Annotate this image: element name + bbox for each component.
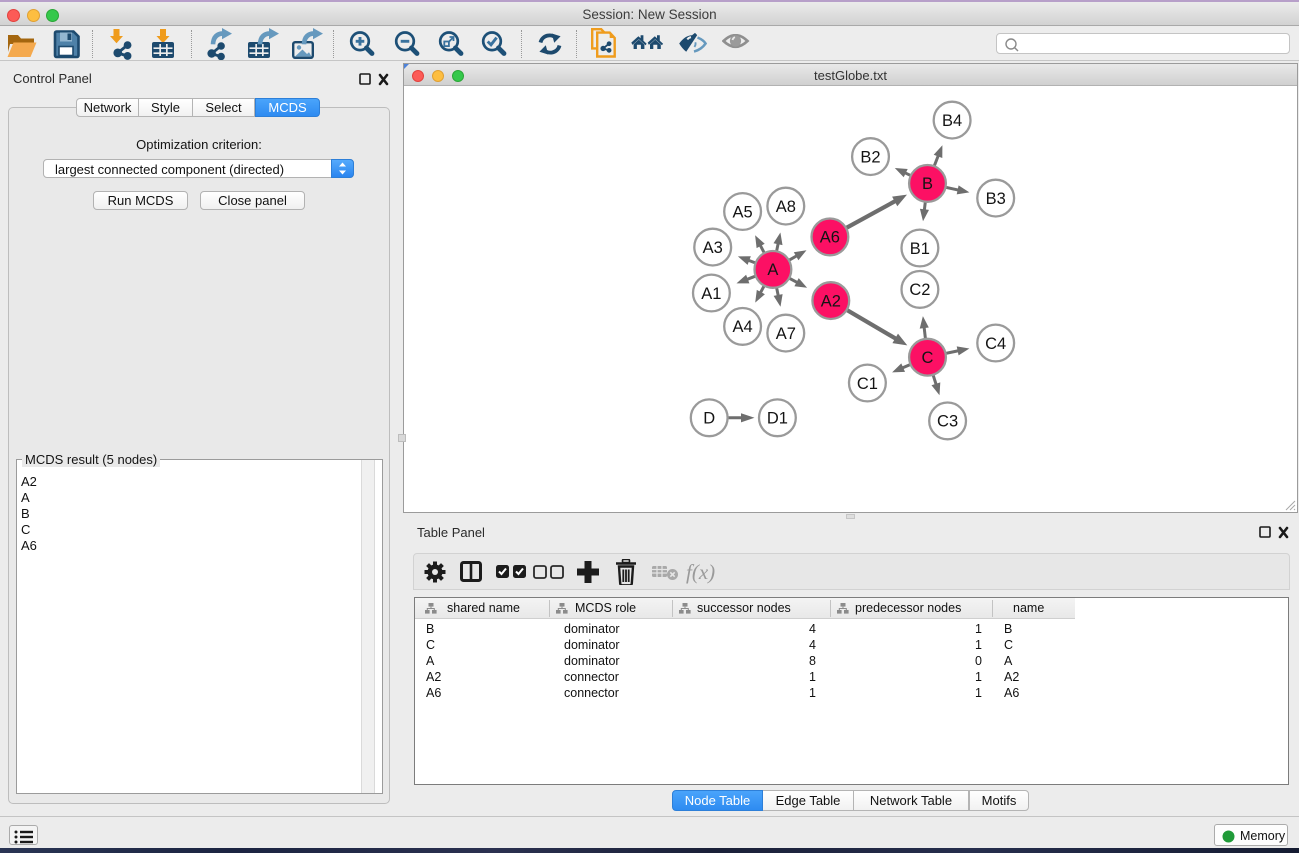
svg-text:C1: C1: [857, 375, 878, 393]
svg-text:A3: A3: [703, 239, 723, 257]
svg-text:A4: A4: [733, 318, 753, 336]
svg-text:A8: A8: [776, 198, 796, 216]
svg-text:A5: A5: [733, 203, 753, 221]
svg-text:A7: A7: [776, 325, 796, 343]
svg-text:A2: A2: [821, 292, 841, 310]
svg-text:B4: B4: [942, 112, 962, 130]
svg-text:B1: B1: [910, 240, 930, 258]
svg-text:B: B: [922, 175, 933, 193]
svg-text:D: D: [703, 410, 715, 428]
svg-text:A: A: [767, 261, 778, 279]
svg-text:D1: D1: [767, 410, 788, 428]
svg-text:A6: A6: [820, 229, 840, 247]
svg-text:C3: C3: [937, 413, 958, 431]
svg-text:C4: C4: [985, 335, 1006, 353]
svg-text:A1: A1: [701, 285, 721, 303]
svg-text:B3: B3: [986, 190, 1006, 208]
svg-text:C2: C2: [909, 281, 930, 299]
svg-text:B2: B2: [860, 148, 880, 166]
svg-text:C: C: [922, 349, 934, 367]
